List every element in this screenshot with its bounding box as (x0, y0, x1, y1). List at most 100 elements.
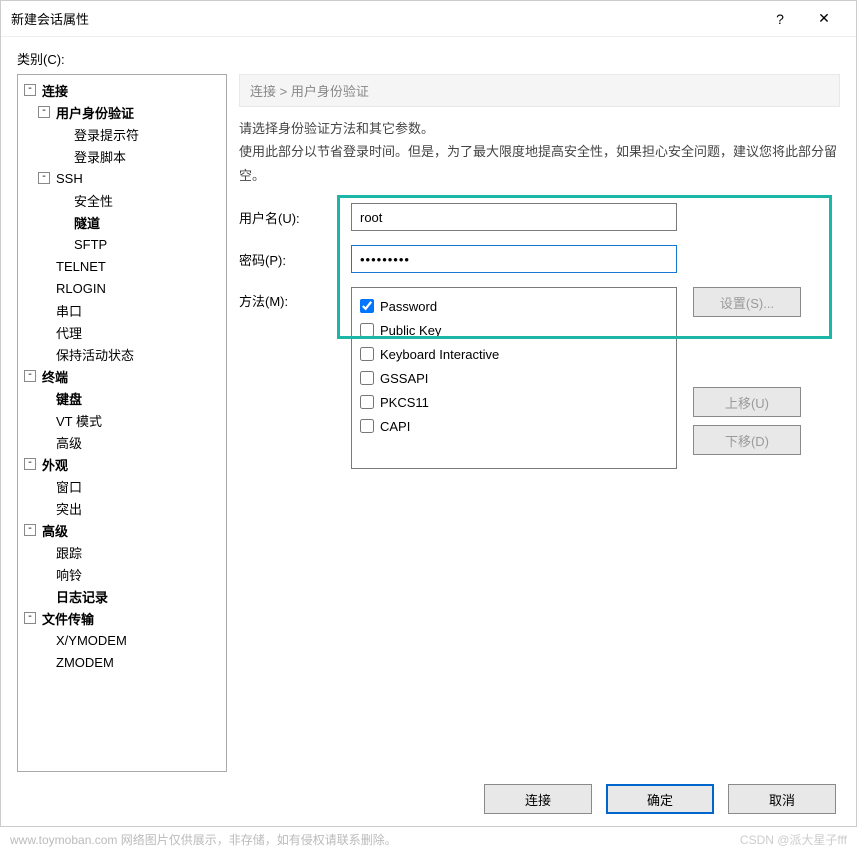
help-button[interactable]: ? (758, 4, 802, 34)
tree-item-label: TELNET (54, 259, 108, 274)
method-item[interactable]: GSSAPI (360, 366, 668, 390)
tree-item[interactable]: 键盘 (22, 387, 226, 409)
category-tree[interactable]: -连接-用户身份验证登录提示符登录脚本-SSH安全性隧道SFTPTELNETRL… (17, 74, 227, 772)
tree-item-label: 安全性 (72, 191, 115, 210)
close-button[interactable]: ✕ (802, 4, 846, 34)
method-item[interactable]: Public Key (360, 318, 668, 342)
tree-toggle-icon[interactable]: - (38, 172, 50, 184)
tree-item-label: 日志记录 (54, 587, 110, 606)
method-item[interactable]: Password (360, 294, 668, 318)
tree-item[interactable]: 突出 (22, 497, 226, 519)
username-row: 用户名(U): (239, 203, 840, 231)
tree-item[interactable]: 代理 (22, 321, 226, 343)
tree-item[interactable]: -SSH (22, 167, 226, 189)
method-list[interactable]: Password Public Key Keyboard Interactive GS… (351, 287, 677, 469)
tree-item[interactable]: 日志记录 (22, 585, 226, 607)
tree-item[interactable]: -文件传输 (22, 607, 226, 629)
tree-item-label: RLOGIN (54, 281, 108, 296)
tree-item-label: VT 模式 (54, 411, 104, 430)
tree-item-label: X/YMODEM (54, 633, 129, 648)
tree-item-label: 窗口 (54, 477, 84, 496)
method-label: Public Key (380, 323, 441, 338)
main-area: -连接-用户身份验证登录提示符登录脚本-SSH安全性隧道SFTPTELNETRL… (17, 74, 840, 772)
password-input[interactable] (351, 245, 677, 273)
tree-item-label: 外观 (40, 455, 70, 474)
watermark-bar: www.toymoban.com 网络图片仅供展示，非存储，如有侵权请联系删除。… (0, 827, 857, 852)
category-label: 类别(C): (17, 49, 840, 68)
move-down-button[interactable]: 下移(D) (693, 425, 801, 455)
tree-item[interactable]: 登录提示符 (22, 123, 226, 145)
footer-buttons: 连接 确定 取消 (17, 772, 840, 818)
tree-item[interactable]: -终端 (22, 365, 226, 387)
tree-item-label: ZMODEM (54, 655, 116, 670)
tree-item-label: 用户身份验证 (54, 103, 136, 122)
window-title: 新建会话属性 (11, 9, 758, 28)
method-label: CAPI (380, 419, 410, 434)
method-item[interactable]: CAPI (360, 414, 668, 438)
tree-item[interactable]: 串口 (22, 299, 226, 321)
tree-item[interactable]: 跟踪 (22, 541, 226, 563)
tree-item[interactable]: 安全性 (22, 189, 226, 211)
tree-toggle-icon[interactable]: - (24, 612, 36, 624)
titlebar: 新建会话属性 ? ✕ (1, 1, 856, 37)
password-row: 密码(P): (239, 245, 840, 273)
tree-item[interactable]: 窗口 (22, 475, 226, 497)
tree-item-label: SSH (54, 171, 85, 186)
tree-item[interactable]: RLOGIN (22, 277, 226, 299)
tree-item[interactable]: -连接 (22, 79, 226, 101)
settings-button[interactable]: 设置(S)... (693, 287, 801, 317)
method-row: 方法(M): PasswordPublic KeyKeyboard Intera… (239, 287, 840, 469)
description: 请选择身份验证方法和其它参数。 使用此部分以节省登录时间。但是，为了最大限度地提… (239, 117, 840, 187)
right-panel: 连接 > 用户身份验证 请选择身份验证方法和其它参数。 使用此部分以节省登录时间… (239, 74, 840, 772)
method-checkbox[interactable] (360, 347, 374, 361)
tree-toggle-icon[interactable]: - (24, 370, 36, 382)
tree-item[interactable]: 高级 (22, 431, 226, 453)
method-item[interactable]: Keyboard Interactive (360, 342, 668, 366)
tree-item-label: 高级 (54, 433, 84, 452)
tree-item[interactable]: TELNET (22, 255, 226, 277)
method-checkbox[interactable] (360, 371, 374, 385)
connect-button[interactable]: 连接 (484, 784, 592, 814)
tree-item-label: 终端 (40, 367, 70, 386)
tree-item[interactable]: 响铃 (22, 563, 226, 585)
method-checkbox[interactable] (360, 395, 374, 409)
tree-item[interactable]: SFTP (22, 233, 226, 255)
watermark-left: www.toymoban.com 网络图片仅供展示，非存储，如有侵权请联系删除。 (10, 831, 397, 848)
dialog-window: 新建会话属性 ? ✕ 类别(C): -连接-用户身份验证登录提示符登录脚本-SS… (0, 0, 857, 827)
breadcrumb: 连接 > 用户身份验证 (239, 74, 840, 107)
tree-item[interactable]: ZMODEM (22, 651, 226, 673)
tree-item[interactable]: X/YMODEM (22, 629, 226, 651)
desc-line1: 请选择身份验证方法和其它参数。 (239, 117, 840, 140)
tree-item-label: 代理 (54, 323, 84, 342)
tree-item-label: 串口 (54, 301, 84, 320)
tree-item[interactable]: -用户身份验证 (22, 101, 226, 123)
username-label: 用户名(U): (239, 208, 351, 227)
tree-item[interactable]: 登录脚本 (22, 145, 226, 167)
content-area: 类别(C): -连接-用户身份验证登录提示符登录脚本-SSH安全性隧道SFTPT… (1, 37, 856, 826)
tree-item-label: 响铃 (54, 565, 84, 584)
tree-item-label: SFTP (72, 237, 109, 252)
tree-item[interactable]: VT 模式 (22, 409, 226, 431)
tree-item[interactable]: -高级 (22, 519, 226, 541)
tree-item-label: 保持活动状态 (54, 345, 136, 364)
cancel-button[interactable]: 取消 (728, 784, 836, 814)
tree-toggle-icon[interactable]: - (38, 106, 50, 118)
tree-toggle-icon[interactable]: - (24, 84, 36, 96)
tree-item-label: 登录脚本 (72, 147, 128, 166)
tree-item[interactable]: 保持活动状态 (22, 343, 226, 365)
method-item[interactable]: PKCS11 (360, 390, 668, 414)
tree-item-label: 高级 (40, 521, 70, 540)
move-up-button[interactable]: 上移(U) (693, 387, 801, 417)
tree-toggle-icon[interactable]: - (24, 524, 36, 536)
method-checkbox[interactable] (360, 299, 374, 313)
tree-item-label: 跟踪 (54, 543, 84, 562)
tree-item[interactable]: -外观 (22, 453, 226, 475)
method-label: Keyboard Interactive (380, 347, 499, 362)
tree-item[interactable]: 隧道 (22, 211, 226, 233)
username-input[interactable] (351, 203, 677, 231)
tree-toggle-icon[interactable]: - (24, 458, 36, 470)
ok-button[interactable]: 确定 (606, 784, 714, 814)
method-label: Password (380, 299, 437, 314)
method-checkbox[interactable] (360, 323, 374, 337)
method-checkbox[interactable] (360, 419, 374, 433)
